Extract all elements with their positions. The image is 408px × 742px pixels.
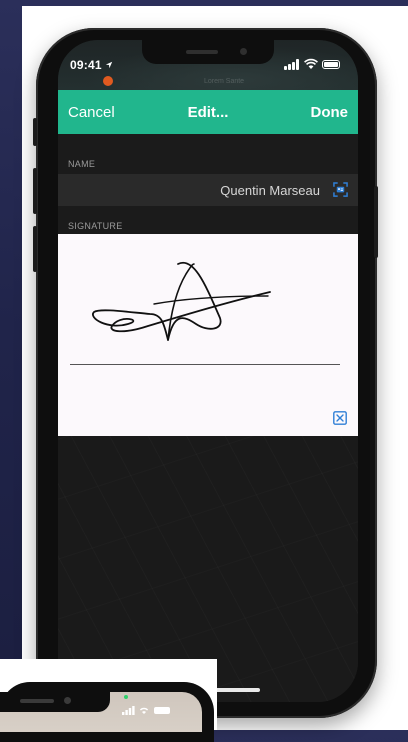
secondary-phone-screen <box>0 692 202 732</box>
secondary-speaker <box>20 699 54 703</box>
signature-pad[interactable] <box>58 234 358 436</box>
signature-line <box>70 364 340 365</box>
notch <box>142 40 274 64</box>
privacy-indicator-icon <box>124 695 128 699</box>
contact-card-icon[interactable] <box>333 182 348 197</box>
secondary-status-icons <box>122 706 170 715</box>
close-box-icon[interactable] <box>333 411 347 425</box>
status-bar: Lorem Sante 09:41 <box>58 40 358 90</box>
cancel-button[interactable]: Cancel <box>68 104 115 121</box>
map-label: Lorem Sante <box>204 78 245 85</box>
wifi-icon <box>304 58 318 69</box>
navigation-bar: Cancel Edit... Done <box>58 90 358 134</box>
mute-switch <box>33 118 37 146</box>
secondary-camera <box>64 697 71 704</box>
map-pin-icon <box>103 76 113 86</box>
done-button[interactable]: Done <box>311 104 349 121</box>
volume-down-button <box>33 226 37 272</box>
volume-up-button <box>33 168 37 214</box>
signature-section-label: SIGNATURE <box>68 221 123 231</box>
status-icons <box>284 58 344 71</box>
name-field[interactable]: Quentin Marseau <box>58 174 358 206</box>
secondary-notch <box>0 692 110 712</box>
speaker-grille <box>186 50 218 54</box>
phone-screen: Lorem Sante 09:41 Cancel Edit... Done NA… <box>58 40 358 702</box>
name-value: Quentin Marseau <box>220 183 320 198</box>
name-section-label: NAME <box>68 159 96 169</box>
status-time: 09:41 <box>70 58 113 72</box>
battery-icon <box>322 60 340 69</box>
front-camera <box>240 48 247 55</box>
status-time-text: 09:41 <box>70 58 102 72</box>
location-arrow-icon <box>106 61 113 69</box>
power-button <box>374 186 378 258</box>
signature-drawing <box>92 261 271 341</box>
cellular-signal-icon <box>284 59 300 70</box>
